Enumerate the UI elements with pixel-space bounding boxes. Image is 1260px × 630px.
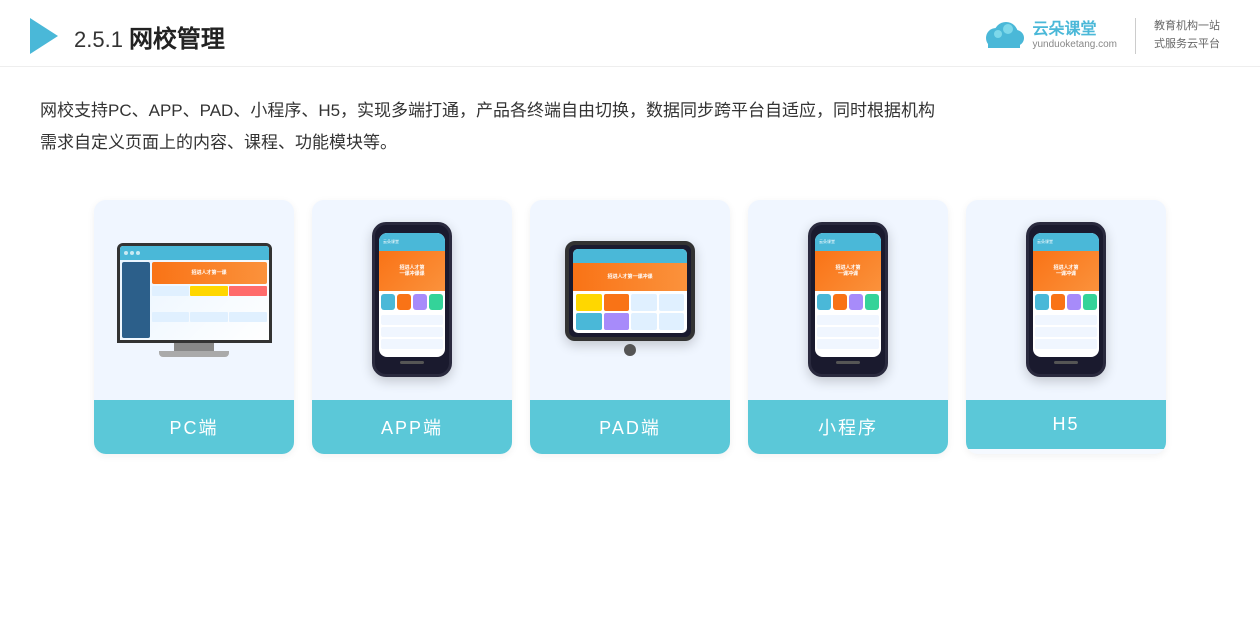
card-pad-label: PAD端 — [530, 400, 730, 454]
device-pad: 招进人才第一课冲课 — [565, 241, 695, 359]
card-pc-label: PC端 — [94, 400, 294, 454]
arrow-icon — [30, 18, 58, 54]
card-pad-image: 招进人才第一课冲课 — [530, 200, 730, 400]
page-title: 网校管理 — [129, 19, 225, 54]
description-line2: 需求自定义页面上的内容、课程、功能模块等。 — [40, 127, 1220, 159]
card-pad: 招进人才第一课冲课 — [530, 200, 730, 454]
logo-icon — [982, 18, 1026, 54]
device-app: 云朵课堂 招进人才第一课冲课课 — [372, 222, 452, 377]
card-pc: 招进人才第一课 — [94, 200, 294, 454]
logo-cloud: 云朵课堂 yunduoketang.com — [982, 18, 1117, 54]
title-prefix: 2.5.1 — [74, 27, 123, 53]
card-pc-image: 招进人才第一课 — [94, 200, 294, 400]
card-app-image: 云朵课堂 招进人才第一课冲课课 — [312, 200, 512, 400]
device-pc: 招进人才第一课 — [117, 243, 272, 357]
logo-section: 云朵课堂 yunduoketang.com 教育机构一站 式服务云平台 — [982, 18, 1220, 54]
card-miniprogram-image: 云朵课堂 招进人才第一课冲课 — [748, 200, 948, 400]
title-section: 2.5.1 网校管理 — [74, 19, 225, 54]
card-app-label: APP端 — [312, 400, 512, 454]
device-h5: 云朵课堂 招进人才第一课冲课 — [1026, 222, 1106, 377]
card-h5: 云朵课堂 招进人才第一课冲课 — [966, 200, 1166, 454]
device-miniprogram: 云朵课堂 招进人才第一课冲课 — [808, 222, 888, 377]
logo-url: yunduoketang.com — [1032, 39, 1117, 51]
card-app: 云朵课堂 招进人才第一课冲课课 — [312, 200, 512, 454]
card-h5-label: H5 — [966, 400, 1166, 449]
card-miniprogram: 云朵课堂 招进人才第一课冲课 — [748, 200, 948, 454]
logo-divider — [1135, 18, 1136, 54]
phone-body-app: 云朵课堂 招进人才第一课冲课课 — [372, 222, 452, 377]
description-line1: 网校支持PC、APP、PAD、小程序、H5，实现多端打通，产品各终端自由切换，数… — [40, 95, 1220, 127]
description-section: 网校支持PC、APP、PAD、小程序、H5，实现多端打通，产品各终端自由切换，数… — [0, 67, 1260, 170]
header-left: 2.5.1 网校管理 — [30, 18, 225, 54]
phone-body-mini: 云朵课堂 招进人才第一课冲课 — [808, 222, 888, 377]
card-miniprogram-label: 小程序 — [748, 400, 948, 454]
logo-name: 云朵课堂 — [1032, 21, 1096, 39]
logo-text: 云朵课堂 yunduoketang.com — [1032, 21, 1117, 51]
pad-body: 招进人才第一课冲课 — [565, 241, 695, 341]
logo-slogan: 教育机构一站 式服务云平台 — [1154, 18, 1220, 53]
card-h5-image: 云朵课堂 招进人才第一课冲课 — [966, 200, 1166, 400]
page-header: 2.5.1 网校管理 云朵课堂 yunduoketang.com — [0, 0, 1260, 67]
pc-monitor: 招进人才第一课 — [117, 243, 272, 343]
cards-container: 招进人才第一课 — [0, 170, 1260, 484]
phone-body-h5: 云朵课堂 招进人才第一课冲课 — [1026, 222, 1106, 377]
